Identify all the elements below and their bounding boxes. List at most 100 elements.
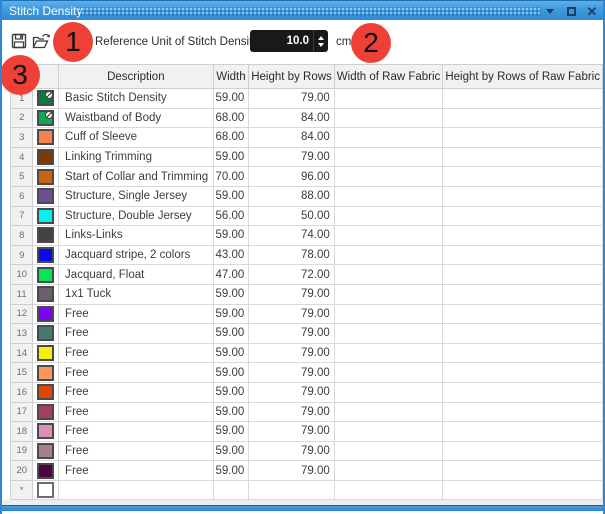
description-cell[interactable]: Free [59,304,214,324]
width-cell[interactable]: 59.00 [213,402,249,422]
row-number-cell[interactable]: 4 [11,147,33,167]
width-cell[interactable]: 59.00 [213,382,249,402]
description-cell[interactable]: Structure, Double Jersey [59,206,214,226]
height-by-rows-cell[interactable]: 78.00 [249,245,335,265]
color-cell[interactable] [33,167,59,187]
height-by-rows-cell[interactable]: 88.00 [249,186,335,206]
row-number-cell[interactable]: * [11,480,33,500]
color-cell[interactable] [33,304,59,324]
description-cell[interactable]: Linking Trimming [59,147,214,167]
color-swatch[interactable] [37,110,54,126]
color-cell[interactable] [33,382,59,402]
width-raw-fabric-cell[interactable] [334,265,443,285]
close-button[interactable]: ✕ [585,4,599,18]
height-by-rows-cell[interactable]: 79.00 [249,324,335,344]
height-by-rows-cell[interactable]: 79.00 [249,402,335,422]
description-cell[interactable]: Basic Stitch Density [59,89,214,109]
row-number-cell[interactable]: 6 [11,186,33,206]
color-swatch[interactable] [37,149,54,165]
height-by-rows-cell[interactable]: 79.00 [249,284,335,304]
row-number-cell[interactable]: 13 [11,324,33,344]
height-raw-fabric-cell[interactable] [443,441,603,461]
title-bar[interactable]: Stitch Density ✕ [2,0,603,20]
color-swatch[interactable] [37,404,54,420]
row-number-cell[interactable]: 9 [11,245,33,265]
color-cell[interactable] [33,284,59,304]
description-cell[interactable]: Links-Links [59,226,214,246]
row-number-cell[interactable]: 18 [11,422,33,442]
width-cell[interactable]: 59.00 [213,89,249,109]
description-cell[interactable]: Jacquard stripe, 2 colors [59,245,214,265]
width-raw-fabric-cell[interactable] [334,245,443,265]
color-cell[interactable] [33,422,59,442]
color-swatch[interactable] [37,188,54,204]
row-number-cell[interactable]: 17 [11,402,33,422]
height-by-rows-cell[interactable]: 79.00 [249,382,335,402]
description-cell[interactable]: Free [59,461,214,481]
width-raw-fabric-cell[interactable] [334,422,443,442]
spin-down-icon[interactable] [318,43,324,47]
row-number-cell[interactable]: 7 [11,206,33,226]
width-cell[interactable]: 59.00 [213,363,249,383]
color-swatch[interactable] [37,463,54,479]
color-swatch[interactable] [37,345,54,361]
height-by-rows-cell[interactable]: 72.00 [249,265,335,285]
width-cell[interactable]: 59.00 [213,461,249,481]
row-number-cell[interactable]: 5 [11,167,33,187]
width-raw-fabric-cell[interactable] [334,324,443,344]
width-raw-fabric-cell[interactable] [334,108,443,128]
spin-up-icon[interactable] [318,36,324,40]
maximize-button[interactable] [564,4,578,18]
color-cell[interactable] [33,265,59,285]
width-cell[interactable]: 56.00 [213,206,249,226]
height-by-rows-cell[interactable]: 79.00 [249,147,335,167]
color-cell[interactable] [33,226,59,246]
width-cell[interactable]: 59.00 [213,186,249,206]
color-cell[interactable] [33,480,59,500]
description-cell[interactable]: Free [59,402,214,422]
width-raw-fabric-cell[interactable] [334,167,443,187]
description-cell[interactable]: Structure, Single Jersey [59,186,214,206]
height-by-rows-cell[interactable]: 50.00 [249,206,335,226]
row-number-cell[interactable]: 10 [11,265,33,285]
height-raw-fabric-cell[interactable] [443,206,603,226]
row-number-cell[interactable]: 19 [11,441,33,461]
description-cell[interactable]: Jacquard, Float [59,265,214,285]
color-swatch[interactable] [37,247,54,263]
color-swatch[interactable] [37,227,54,243]
width-raw-fabric-cell[interactable] [334,480,443,500]
row-number-cell[interactable]: 3 [11,128,33,148]
height-by-rows-cell[interactable]: 79.00 [249,363,335,383]
height-raw-fabric-cell[interactable] [443,422,603,442]
height-by-rows-cell[interactable]: 96.00 [249,167,335,187]
width-cell[interactable]: 68.00 [213,108,249,128]
width-cell[interactable]: 59.00 [213,226,249,246]
color-cell[interactable] [33,363,59,383]
color-cell[interactable] [33,343,59,363]
row-number-cell[interactable]: 2 [11,108,33,128]
color-swatch[interactable] [37,306,54,322]
description-cell[interactable]: Free [59,422,214,442]
row-number-cell[interactable]: 15 [11,363,33,383]
row-number-cell[interactable]: 16 [11,382,33,402]
color-swatch[interactable] [37,443,54,459]
color-cell[interactable] [33,128,59,148]
description-cell[interactable]: Free [59,441,214,461]
color-swatch[interactable] [37,129,54,145]
color-cell[interactable] [33,402,59,422]
height-raw-fabric-cell[interactable] [443,128,603,148]
description-cell[interactable]: Cuff of Sleeve [59,128,214,148]
description-cell[interactable] [59,480,214,500]
width-raw-fabric-cell[interactable] [334,186,443,206]
width-cell[interactable]: 70.00 [213,167,249,187]
height-by-rows-cell[interactable]: 79.00 [249,422,335,442]
color-swatch[interactable] [37,325,54,341]
height-by-rows-cell[interactable]: 79.00 [249,304,335,324]
description-cell[interactable]: Free [59,363,214,383]
width-cell[interactable]: 59.00 [213,304,249,324]
height-raw-fabric-cell[interactable] [443,324,603,344]
reference-unit-value[interactable]: 10.0 [250,35,313,47]
width-raw-fabric-cell[interactable] [334,441,443,461]
height-by-rows-cell[interactable] [249,480,335,500]
height-raw-fabric-cell[interactable] [443,147,603,167]
